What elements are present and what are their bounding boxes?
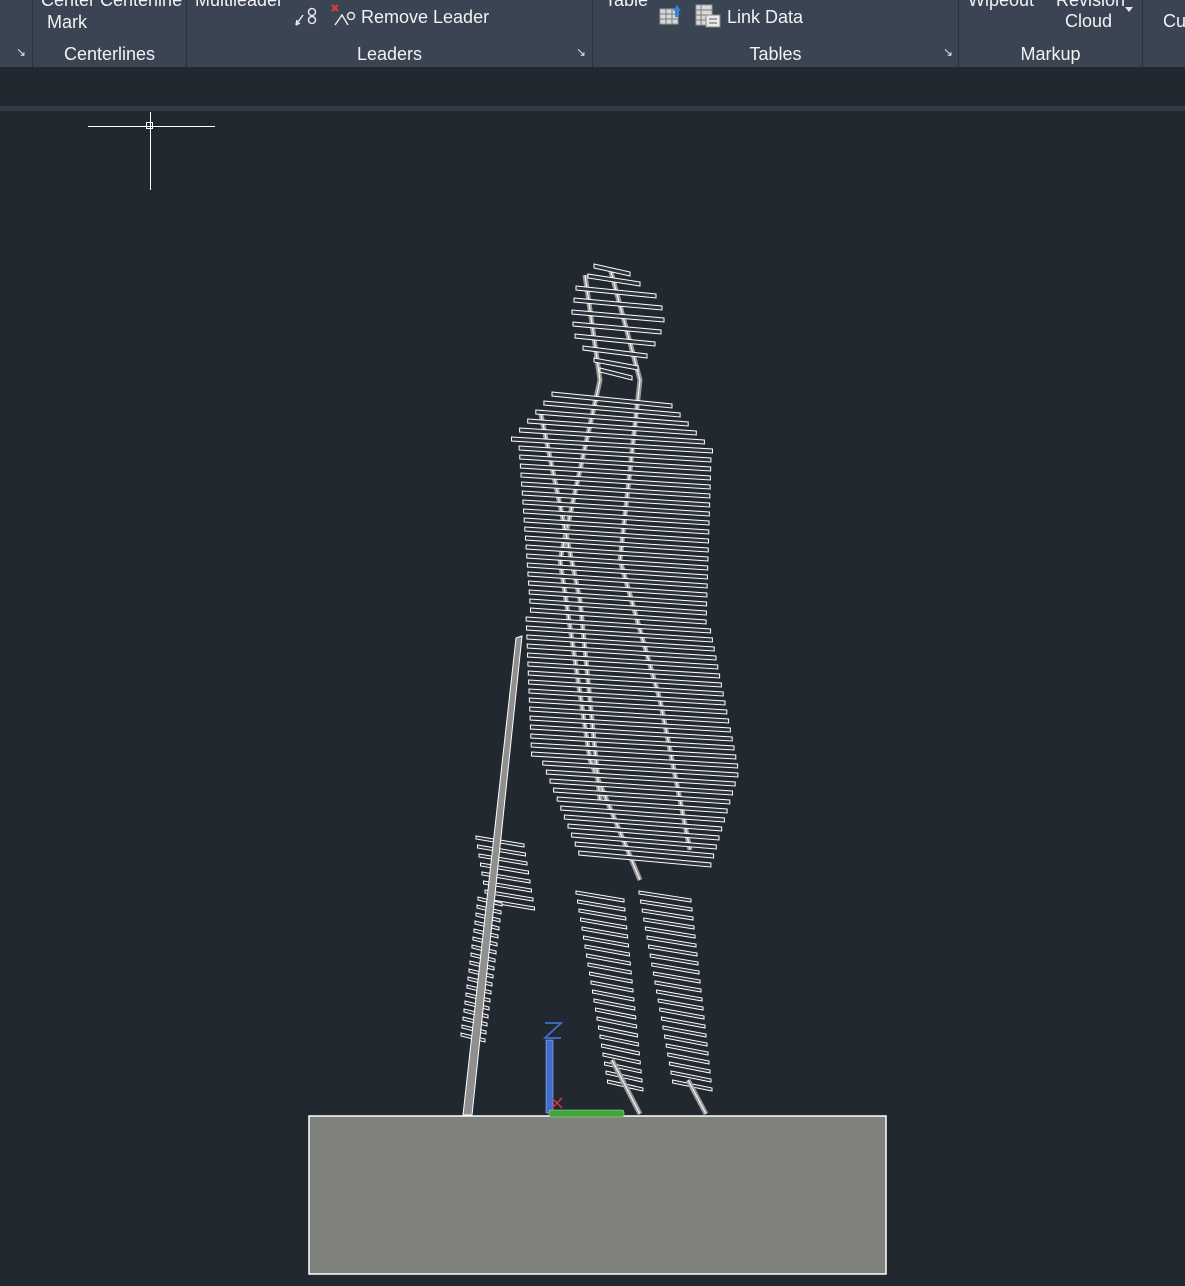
ucs-x-axis: [551, 1097, 563, 1109]
crosshair-pickbox: [146, 122, 153, 129]
walking-figure-model: [460, 263, 739, 1116]
drawing-viewport[interactable]: [0, 0, 1185, 1286]
ucs-y-axis: [548, 1109, 625, 1118]
ucs-z-label: [542, 1022, 564, 1039]
ucs-z-axis: [545, 1039, 554, 1114]
base-block: [308, 1115, 887, 1275]
walking-stick: [462, 635, 523, 1116]
